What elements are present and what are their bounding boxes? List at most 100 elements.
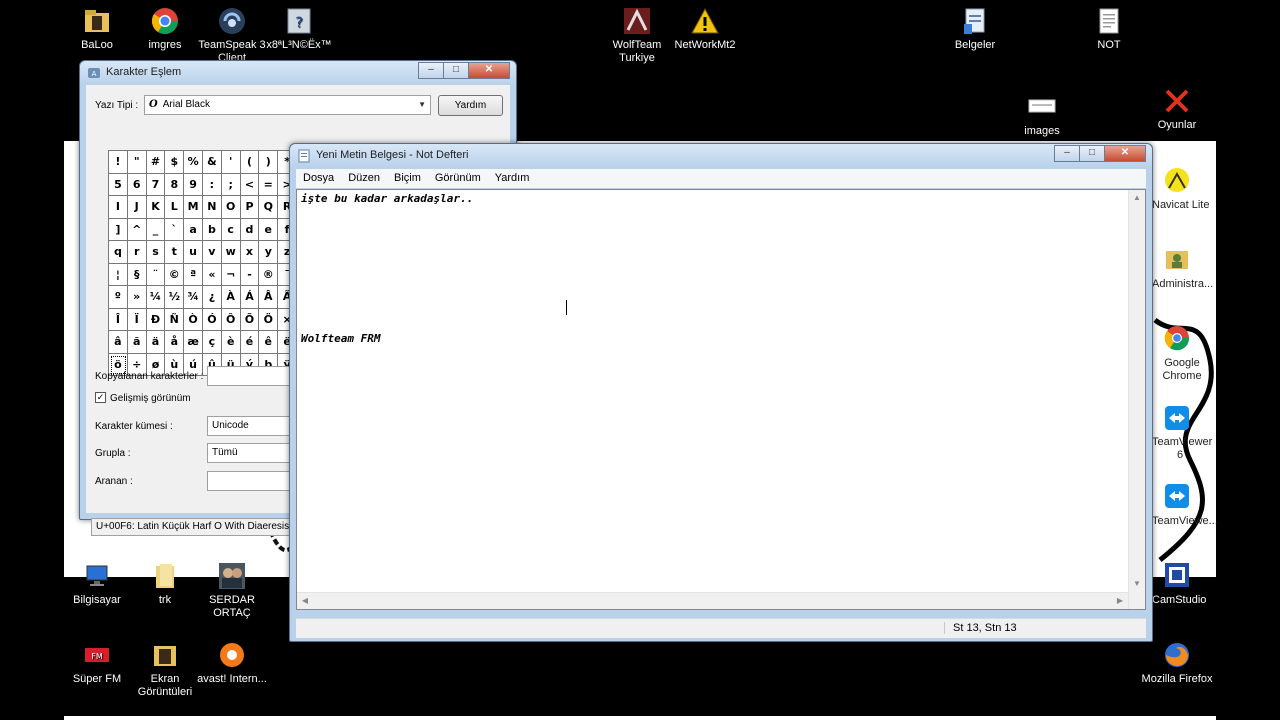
desktop-icon-unknown[interactable]: ? x8ªL³N©Ëx™ (259, 6, 339, 52)
character-cell[interactable]: % (184, 151, 203, 174)
menu-help[interactable]: Yardım (488, 169, 537, 188)
character-cell[interactable]: N (202, 196, 222, 219)
character-cell[interactable]: æ (184, 331, 203, 354)
teamviewer-icon[interactable] (1163, 482, 1191, 510)
character-cell[interactable]: å (165, 331, 185, 354)
font-select[interactable]: O Arial Black ▼ (144, 95, 431, 115)
character-cell[interactable]: ¦ (109, 263, 128, 286)
character-cell[interactable]: x (240, 241, 260, 264)
character-cell[interactable]: Q (259, 196, 279, 219)
minimize-button[interactable]: – (418, 62, 444, 79)
character-cell[interactable]: ( (240, 151, 260, 174)
scroll-right-icon[interactable]: ▶ (1112, 593, 1128, 609)
character-cell[interactable]: = (259, 173, 279, 196)
character-cell[interactable]: § (127, 263, 147, 286)
character-cell[interactable]: M (184, 196, 203, 219)
desktop-icon-images[interactable]: images (1002, 92, 1082, 138)
menu-file[interactable]: Dosya (296, 169, 341, 188)
character-cell[interactable]: < (240, 173, 260, 196)
character-cell[interactable]: ^ (127, 218, 147, 241)
character-cell[interactable]: Ð (146, 308, 166, 331)
character-cell[interactable]: & (202, 151, 222, 174)
scroll-left-icon[interactable]: ◀ (297, 593, 313, 609)
character-cell[interactable]: s (146, 241, 166, 264)
notepad-window[interactable]: Yeni Metin Belgesi - Not Defteri – □ ✕ D… (289, 143, 1153, 642)
close-button[interactable]: ✕ (468, 62, 510, 79)
character-cell[interactable]: © (165, 263, 185, 286)
character-cell[interactable]: Î (109, 308, 128, 331)
character-cell[interactable]: $ (165, 151, 185, 174)
character-cell[interactable]: ] (109, 218, 128, 241)
maximize-button[interactable]: □ (443, 62, 469, 79)
character-cell[interactable]: ) (259, 151, 279, 174)
character-cell[interactable]: e (259, 218, 279, 241)
character-cell[interactable]: Ö (259, 308, 279, 331)
character-cell[interactable]: v (202, 241, 222, 264)
character-cell[interactable]: ¼ (146, 286, 166, 309)
desktop-icon-teamviewer6-label[interactable]: TeamViewer 6 (1152, 436, 1212, 462)
character-cell[interactable]: J (127, 196, 147, 219)
minimize-button[interactable]: – (1054, 145, 1080, 162)
character-cell[interactable]: Â (259, 286, 279, 309)
character-cell[interactable]: ® (259, 263, 279, 286)
desktop-icon-teamviewer-label[interactable]: TeamViewe... (1152, 515, 1218, 528)
character-cell[interactable]: Ò (184, 308, 203, 331)
character-cell[interactable]: - (240, 263, 260, 286)
character-cell[interactable]: ½ (165, 286, 185, 309)
horizontal-scrollbar[interactable]: ◀ ▶ (297, 592, 1128, 609)
character-cell[interactable]: 6 (127, 173, 147, 196)
character-cell[interactable]: ' (221, 151, 241, 174)
character-cell[interactable]: ê (259, 331, 279, 354)
character-cell[interactable]: Á (240, 286, 260, 309)
desktop-icon-not[interactable]: NOT (1069, 6, 1149, 52)
character-cell[interactable]: 5 (109, 173, 128, 196)
character-cell[interactable]: ¿ (202, 286, 222, 309)
character-cell[interactable]: c (221, 218, 241, 241)
navicat-icon[interactable] (1163, 166, 1191, 194)
character-cell[interactable]: r (127, 241, 147, 264)
character-cell[interactable]: _ (146, 218, 166, 241)
desktop-icon-google-chrome-label[interactable]: Google Chrome (1157, 357, 1207, 383)
character-cell[interactable]: Ó (202, 308, 222, 331)
character-cell[interactable]: ; (221, 173, 241, 196)
character-cell[interactable]: ¨ (146, 263, 166, 286)
character-cell[interactable]: « (202, 263, 222, 286)
menu-view[interactable]: Görünüm (428, 169, 488, 188)
maximize-button[interactable]: □ (1079, 145, 1105, 162)
desktop-icon-firefox[interactable]: Mozilla Firefox (1137, 640, 1217, 686)
notepad-titlebar[interactable]: Yeni Metin Belgesi - Not Defteri – □ ✕ (290, 144, 1152, 168)
character-cell[interactable]: I (109, 196, 128, 219)
desktop-icon-oyunlar[interactable]: Oyunlar (1137, 86, 1217, 132)
character-cell[interactable]: L (165, 196, 185, 219)
character-cell[interactable]: O (221, 196, 241, 219)
character-map-titlebar[interactable]: A Karakter Eşlem – □ ✕ (80, 61, 516, 85)
character-cell[interactable]: â (109, 331, 128, 354)
desktop-icon-networkmt2[interactable]: NetWorkMt2 (665, 6, 745, 52)
character-cell[interactable]: 7 (146, 173, 166, 196)
scroll-down-icon[interactable]: ▼ (1129, 576, 1145, 592)
close-button[interactable]: ✕ (1104, 145, 1146, 162)
character-cell[interactable]: P (240, 196, 260, 219)
character-cell[interactable]: a (184, 218, 203, 241)
help-button[interactable]: Yardım (438, 95, 503, 116)
notepad-text-area[interactable]: işte bu kadar arkadaşlar.. Wolfteam FRM … (296, 189, 1146, 610)
teamviewer-icon[interactable] (1163, 404, 1191, 432)
vertical-scrollbar[interactable]: ▲ ▼ (1128, 190, 1145, 609)
desktop-icon-serdar[interactable]: SERDAR ORTAÇ (192, 561, 272, 620)
character-cell[interactable]: ! (109, 151, 128, 174)
character-cell[interactable]: u (184, 241, 203, 264)
character-cell[interactable]: À (221, 286, 241, 309)
character-cell[interactable]: " (127, 151, 147, 174)
character-cell[interactable]: 8 (165, 173, 185, 196)
user-folder-icon[interactable] (1163, 245, 1191, 273)
character-cell[interactable]: º (109, 286, 128, 309)
character-cell[interactable]: ç (202, 331, 222, 354)
character-cell[interactable]: è (221, 331, 241, 354)
character-cell[interactable]: 9 (184, 173, 203, 196)
character-cell[interactable]: K (146, 196, 166, 219)
character-cell[interactable]: ª (184, 263, 203, 286)
character-cell[interactable]: b (202, 218, 222, 241)
menu-edit[interactable]: Düzen (341, 169, 387, 188)
character-cell[interactable]: ` (165, 218, 185, 241)
desktop-icon-belgeler[interactable]: Belgeler (935, 6, 1015, 52)
